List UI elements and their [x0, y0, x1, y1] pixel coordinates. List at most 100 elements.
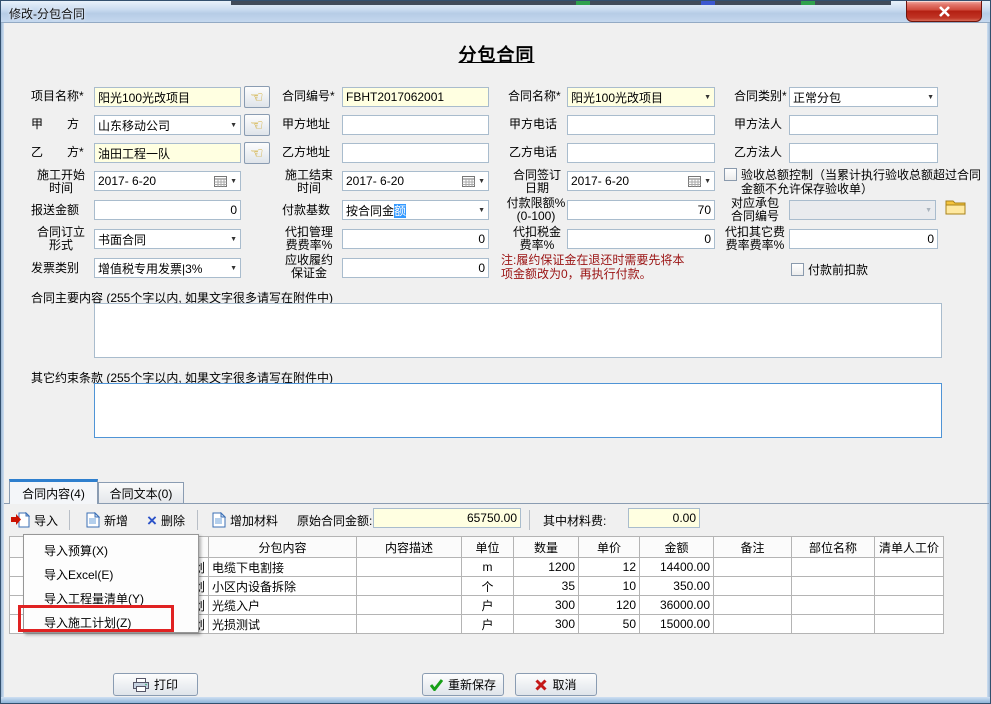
- deposit-label: 应收履约 保证金: [278, 254, 340, 280]
- delete-row-button[interactable]: × 删除: [143, 508, 189, 532]
- cell-remark[interactable]: [714, 558, 792, 577]
- cell-unit[interactable]: m: [462, 558, 514, 577]
- contract-type-label: 合同类别*: [734, 90, 787, 103]
- contract-no-field[interactable]: [342, 87, 489, 107]
- party-b-label: 乙 方*: [31, 146, 84, 159]
- sign-date-field[interactable]: 2017- 6-20 ▼: [567, 171, 715, 191]
- contract-type-combo[interactable]: 正常分包▼: [789, 87, 938, 107]
- browse-folder-button[interactable]: [945, 199, 966, 220]
- import-dropdown-menu: 导入预算(X) 导入Excel(E) 导入工程量清单(Y) 导入施工计划(Z): [23, 534, 199, 633]
- add-material-button[interactable]: 增加材料: [207, 508, 282, 532]
- party-a-address-field[interactable]: [342, 115, 489, 135]
- cell-unit[interactable]: 个: [462, 577, 514, 596]
- cell-unit[interactable]: 户: [462, 615, 514, 634]
- cell-content[interactable]: 小区内设备拆除: [209, 577, 357, 596]
- tab-contract-content[interactable]: 合同内容(4): [9, 479, 98, 504]
- project-picker-button[interactable]: ☜: [244, 86, 270, 108]
- party-a-phone-field[interactable]: [567, 115, 715, 135]
- add-row-button[interactable]: 新增: [81, 508, 132, 532]
- page-title: 分包合同: [1, 41, 991, 67]
- party-a-legal-field[interactable]: [789, 115, 938, 135]
- other-terms-textarea[interactable]: [94, 383, 942, 438]
- cell-content[interactable]: 光损测试: [209, 615, 357, 634]
- cell-unit-price[interactable]: 10: [579, 577, 640, 596]
- party-b-phone-field[interactable]: [567, 143, 715, 163]
- invoice-type-combo[interactable]: 增值税专用发票|3%▼: [94, 258, 241, 278]
- import-button[interactable]: 导入: [7, 508, 62, 532]
- party-b-address-field[interactable]: [342, 143, 489, 163]
- deposit-field[interactable]: [342, 258, 489, 278]
- cell-unit-price[interactable]: 120: [579, 596, 640, 615]
- hand-picker-icon: ☜: [250, 146, 263, 161]
- payment-base-label: 付款基数: [282, 204, 330, 217]
- cell-position[interactable]: [792, 558, 875, 577]
- print-button[interactable]: 打印: [113, 673, 198, 696]
- delete-x-icon: ×: [147, 512, 157, 529]
- cell-unit[interactable]: 户: [462, 596, 514, 615]
- cell-amount[interactable]: 36000.00: [640, 596, 714, 615]
- cell-amount[interactable]: 15000.00: [640, 615, 714, 634]
- original-amount-field[interactable]: [373, 508, 521, 528]
- menu-item-import-boq[interactable]: 导入工程量清单(Y): [24, 587, 198, 611]
- material-fee-field[interactable]: [628, 508, 700, 528]
- management-fee-field[interactable]: [342, 229, 489, 249]
- contract-name-combo[interactable]: 阳光100光改项目▼: [567, 87, 715, 107]
- deduct-before-payment-checkbox[interactable]: 付款前扣款: [791, 263, 931, 277]
- cell-remark[interactable]: [714, 596, 792, 615]
- start-date-field[interactable]: 2017- 6-20 ▼: [94, 171, 241, 191]
- menu-item-import-budget[interactable]: 导入预算(X): [24, 539, 198, 563]
- cell-amount[interactable]: 350.00: [640, 577, 714, 596]
- cell-labor-price[interactable]: [875, 615, 944, 634]
- party-b-field[interactable]: [94, 143, 241, 163]
- toolbar-separator: [197, 510, 198, 530]
- title-bar[interactable]: 修改-分包合同: [1, 1, 990, 23]
- main-content-textarea[interactable]: [94, 303, 942, 358]
- other-fee-field[interactable]: [789, 229, 938, 249]
- cell-position[interactable]: [792, 596, 875, 615]
- cell-amount[interactable]: 14400.00: [640, 558, 714, 577]
- menu-item-import-excel[interactable]: 导入Excel(E): [24, 563, 198, 587]
- cell-labor-price[interactable]: [875, 596, 944, 615]
- cell-labor-price[interactable]: [875, 577, 944, 596]
- party-b-picker-button[interactable]: ☜: [244, 142, 270, 164]
- contract-form-combo[interactable]: 书面合同▼: [94, 229, 241, 249]
- close-button[interactable]: [906, 1, 982, 22]
- hand-picker-icon: ☜: [250, 90, 263, 105]
- project-name-field[interactable]: [94, 87, 241, 107]
- cell-quantity[interactable]: 300: [514, 615, 579, 634]
- tab-contract-text[interactable]: 合同文本(0): [98, 482, 184, 504]
- checkbox-box[interactable]: [791, 263, 804, 276]
- party-b-legal-field[interactable]: [789, 143, 938, 163]
- party-a-combo[interactable]: 山东移动公司▼: [94, 115, 241, 135]
- menu-item-import-construction-plan[interactable]: 导入施工计划(Z): [24, 611, 198, 635]
- hand-picker-icon: ☜: [250, 118, 263, 133]
- cell-description[interactable]: [357, 558, 462, 577]
- end-date-field[interactable]: 2017- 6-20 ▼: [342, 171, 489, 191]
- cell-unit-price[interactable]: 50: [579, 615, 640, 634]
- cell-remark[interactable]: [714, 577, 792, 596]
- checkbox-box[interactable]: [724, 168, 737, 181]
- cell-quantity[interactable]: 35: [514, 577, 579, 596]
- selected-text: 额: [394, 204, 406, 218]
- payment-limit-field[interactable]: [567, 200, 715, 220]
- cell-quantity[interactable]: 300: [514, 596, 579, 615]
- tax-fee-field[interactable]: [567, 229, 715, 249]
- cell-content[interactable]: 电缆下电割接: [209, 558, 357, 577]
- save-button[interactable]: 重新保存: [422, 673, 504, 696]
- cancel-button[interactable]: 取消: [515, 673, 597, 696]
- acceptance-control-checkbox[interactable]: 验收总额控制（当累计执行验收总额超过合同金额不允许保存验收单）: [724, 168, 988, 196]
- cell-description[interactable]: [357, 615, 462, 634]
- cell-position[interactable]: [792, 615, 875, 634]
- cell-description[interactable]: [357, 596, 462, 615]
- cell-content[interactable]: 光缆入户: [209, 596, 357, 615]
- payment-base-combo[interactable]: 按合同金额 ▼: [342, 200, 489, 220]
- cell-position[interactable]: [792, 577, 875, 596]
- cell-quantity[interactable]: 1200: [514, 558, 579, 577]
- cell-unit-price[interactable]: 12: [579, 558, 640, 577]
- cell-labor-price[interactable]: [875, 558, 944, 577]
- related-contract-combo[interactable]: ▼: [789, 200, 936, 220]
- cell-remark[interactable]: [714, 615, 792, 634]
- cell-description[interactable]: [357, 577, 462, 596]
- party-a-picker-button[interactable]: ☜: [244, 114, 270, 136]
- report-amount-field[interactable]: [94, 200, 241, 220]
